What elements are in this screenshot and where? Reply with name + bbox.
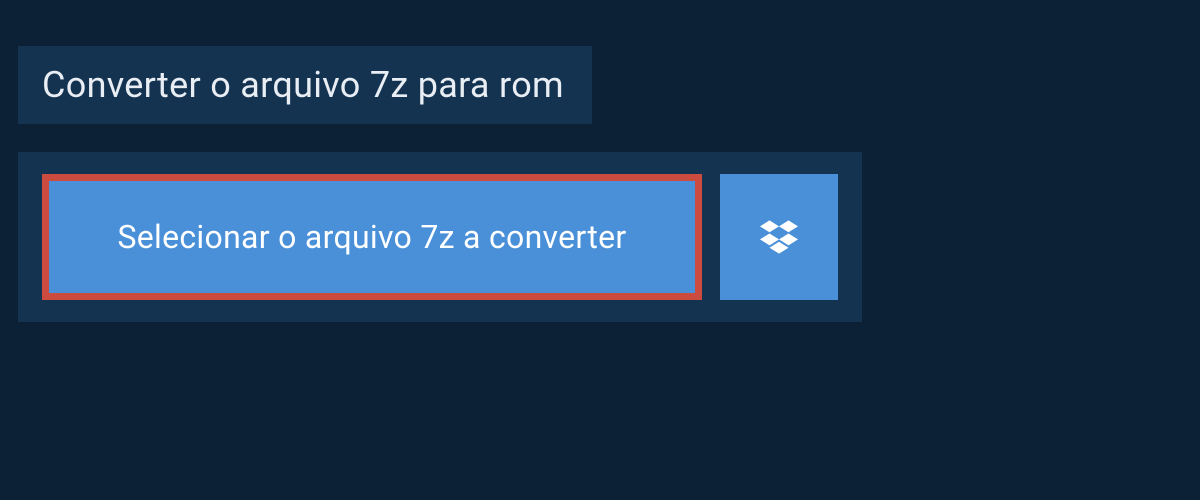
select-file-button[interactable]: Selecionar o arquivo 7z a converter xyxy=(42,174,702,300)
dropbox-icon xyxy=(760,218,798,256)
dropbox-button[interactable] xyxy=(720,174,838,300)
select-file-label: Selecionar o arquivo 7z a converter xyxy=(117,218,626,256)
title-bar: Converter o arquivo 7z para rom xyxy=(18,46,592,124)
page-title: Converter o arquivo 7z para rom xyxy=(42,64,564,106)
action-panel: Selecionar o arquivo 7z a converter xyxy=(18,152,862,322)
